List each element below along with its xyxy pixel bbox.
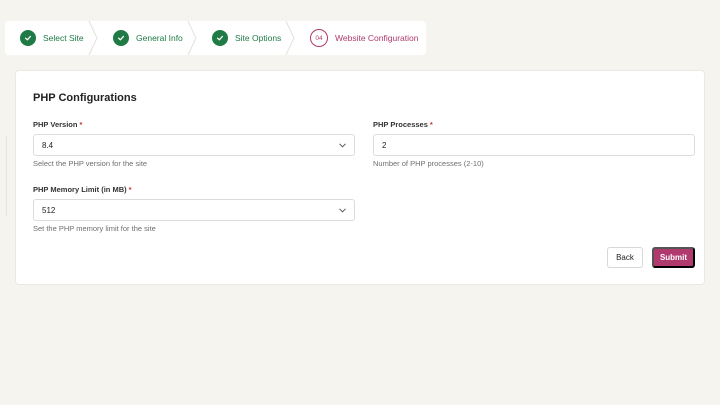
php-memory-limit-label: PHP Memory Limit (in MB) * [33,185,132,194]
section-title: PHP Configurations [33,92,137,104]
wizard-stepper: Select Site General Info Site Options 04… [5,21,426,55]
selected-value: 512 [42,205,56,215]
php-version-label: PHP Version * [33,120,82,129]
label-text: PHP Version [33,120,78,129]
checkmark-icon [20,30,36,46]
step-website-configuration[interactable]: 04 Website Configuration [295,21,426,55]
input-value: 2 [382,140,387,150]
step-number: 04 [310,29,328,47]
divider [6,136,7,216]
checkmark-icon [212,30,228,46]
label-text: PHP Processes [373,120,428,129]
submit-button[interactable]: Submit [652,247,695,268]
label-text: PHP Memory Limit (in MB) [33,185,127,194]
php-memory-limit-select[interactable]: 512 [33,199,355,221]
step-select-site[interactable]: Select Site [5,21,98,55]
chevron-separator [187,21,197,55]
step-label: Website Configuration [335,33,419,43]
selected-value: 8.4 [42,140,54,150]
chevron-separator [285,21,295,55]
php-config-card: PHP Configurations PHP Version * 8.4 Sele… [15,70,705,285]
required-mark: * [128,185,132,194]
chevron-down-icon [338,206,346,214]
chevron-separator [88,21,98,55]
php-processes-label: PHP Processes * [373,120,433,129]
step-label: General Info [136,33,183,43]
step-general-info[interactable]: General Info [98,21,197,55]
php-version-help: Select the PHP version for the site [33,159,148,168]
required-mark: * [79,120,83,129]
step-label: Select Site [43,33,84,43]
back-button[interactable]: Back [607,247,643,268]
checkmark-icon [113,30,129,46]
php-version-select[interactable]: 8.4 [33,134,355,156]
required-mark: * [429,120,433,129]
step-site-options[interactable]: Site Options [197,21,295,55]
chevron-down-icon [338,141,346,149]
php-processes-input[interactable]: 2 [373,134,695,156]
step-label: Site Options [235,33,282,43]
php-processes-help: Number of PHP processes (2-10) [373,159,484,168]
php-memory-limit-help: Set the PHP memory limit for the site [33,224,156,233]
